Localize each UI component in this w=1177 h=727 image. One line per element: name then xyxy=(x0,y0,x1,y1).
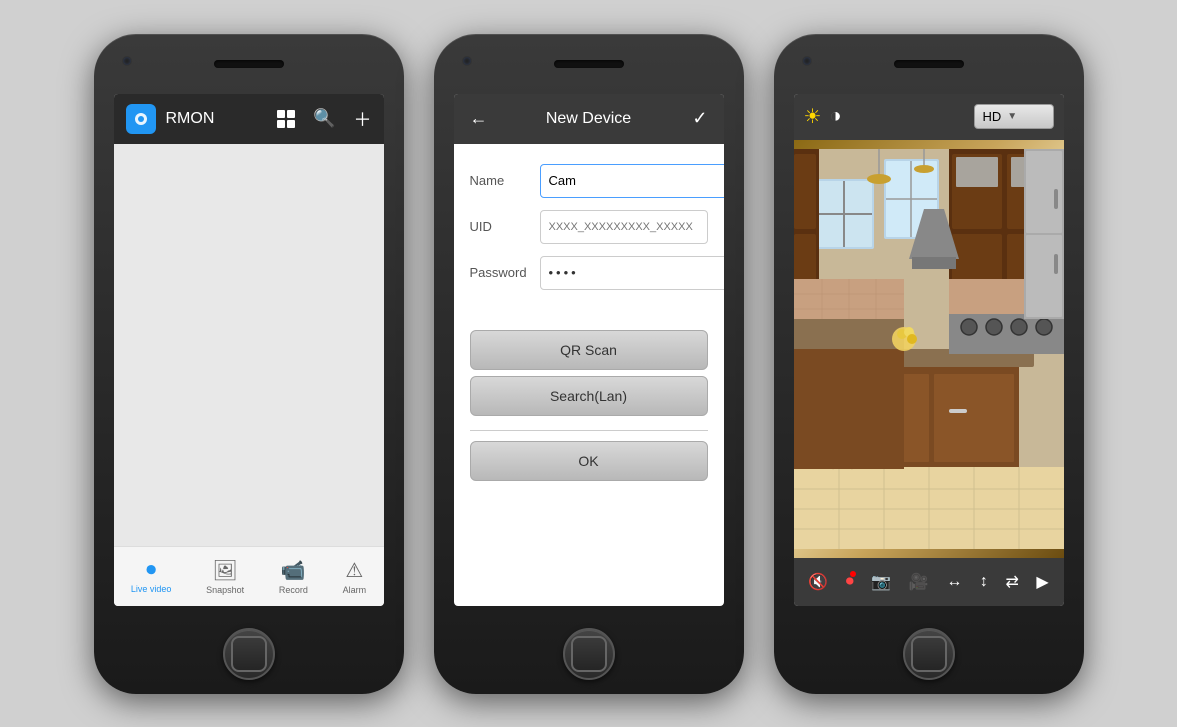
flip-icon[interactable]: ⇄ xyxy=(1005,572,1018,592)
app-header: RMON 🔍 ＋ xyxy=(114,94,384,144)
alarm-icon: ⚠ xyxy=(345,558,363,583)
dropdown-arrow-icon: ▼ xyxy=(1007,111,1017,122)
play-forward-icon[interactable]: ▶ xyxy=(1036,572,1048,592)
front-camera-2 xyxy=(462,56,472,66)
move-vertical-icon[interactable]: ↕ xyxy=(980,573,988,591)
app-logo xyxy=(126,104,156,134)
snapshot-icon: 🖼 xyxy=(212,558,237,583)
live-video-icon: ⏺ xyxy=(146,559,156,582)
phone-1-screen: RMON 🔍 ＋ ⏺ Live video 🖼 Snapshot 📹 xyxy=(114,94,384,606)
qr-scan-button[interactable]: QR Scan xyxy=(470,330,708,370)
home-button-inner-2 xyxy=(571,636,607,672)
camera-footer: 🔇 ⏺ 📷 🎥 ↔ ↕ ⇄ ▶ xyxy=(794,558,1064,606)
phone-2-bottom xyxy=(434,614,744,694)
speaker-3 xyxy=(894,60,964,68)
name-label: Name xyxy=(470,173,540,188)
home-button-2[interactable] xyxy=(563,628,615,680)
back-button[interactable]: ← xyxy=(470,108,488,129)
contrast-icon[interactable]: ◑ xyxy=(829,105,841,128)
search-icon[interactable]: 🔍 xyxy=(313,108,335,129)
add-device-icon[interactable]: ＋ xyxy=(354,106,372,132)
quality-select-wrap[interactable]: HD ▼ xyxy=(974,104,1054,129)
nav-live-video[interactable]: ⏺ Live video xyxy=(131,559,172,594)
confirm-button[interactable]: ✓ xyxy=(692,108,707,129)
new-device-form: Name UID Password xyxy=(454,144,724,322)
main-content-area xyxy=(114,144,384,546)
nav-snapshot[interactable]: 🖼 Snapshot xyxy=(206,558,244,595)
home-button-1[interactable] xyxy=(223,628,275,680)
new-device-title: New Device xyxy=(546,110,631,128)
name-input[interactable] xyxy=(540,164,724,198)
snapshot-cam-icon[interactable]: 📷 xyxy=(871,572,891,592)
nav-snapshot-label: Snapshot xyxy=(206,585,244,595)
nav-alarm[interactable]: ⚠ Alarm xyxy=(343,558,367,595)
ok-button[interactable]: OK xyxy=(470,441,708,481)
rmon-logo-icon xyxy=(133,111,149,127)
nav-alarm-label: Alarm xyxy=(343,585,367,595)
home-button-inner-1 xyxy=(231,636,267,672)
uid-field-row: UID xyxy=(470,210,708,244)
app-title: RMON xyxy=(166,110,260,128)
phone-3-top xyxy=(774,34,1084,94)
new-device-header: ← New Device ✓ xyxy=(454,94,724,144)
front-camera-3 xyxy=(802,56,812,66)
nav-live-label: Live video xyxy=(131,584,172,594)
phone-1-top xyxy=(94,34,404,94)
nav-record-label: Record xyxy=(279,585,308,595)
bottom-nav: ⏺ Live video 🖼 Snapshot 📹 Record ⚠ Alarm xyxy=(114,546,384,606)
phone-2-top xyxy=(434,34,744,94)
phone-2-screen: ← New Device ✓ Name UID Password QR Scan… xyxy=(454,94,724,606)
front-camera-1 xyxy=(122,56,132,66)
uid-input[interactable] xyxy=(540,210,708,244)
phone-3-screen: ☀ ◑ HD ▼ xyxy=(794,94,1064,606)
phone-1-bottom xyxy=(94,614,404,694)
password-input[interactable] xyxy=(540,256,724,290)
name-field-row: Name xyxy=(470,164,708,198)
kitchen-svg xyxy=(794,140,1064,558)
camera-header: ☀ ◑ HD ▼ xyxy=(794,94,1064,140)
new-device-buttons: QR Scan Search(Lan) OK xyxy=(454,322,724,505)
move-horizontal-icon[interactable]: ↔ xyxy=(946,573,962,591)
phone-3: ☀ ◑ HD ▼ xyxy=(774,34,1084,694)
mute-icon[interactable]: 🔇 xyxy=(808,572,828,592)
home-button-inner-3 xyxy=(911,636,947,672)
password-label: Password xyxy=(470,265,540,280)
speaker-1 xyxy=(214,60,284,68)
password-field-row: Password xyxy=(470,256,708,290)
search-lan-button[interactable]: Search(Lan) xyxy=(470,376,708,416)
quality-dropdown[interactable]: HD ▼ xyxy=(974,104,1054,129)
brightness-icon[interactable]: ☀ xyxy=(804,104,822,129)
nav-record[interactable]: 📹 Record xyxy=(279,558,308,595)
record-icon-footer[interactable]: ⏺ xyxy=(846,573,854,591)
camera-view xyxy=(794,140,1064,558)
grid-view-icon[interactable] xyxy=(277,110,295,128)
form-spacer xyxy=(454,505,724,606)
uid-label: UID xyxy=(470,219,540,234)
button-divider xyxy=(470,430,708,431)
phone-3-bottom xyxy=(774,614,1084,694)
record-icon: 📹 xyxy=(281,558,306,583)
phone-2: ← New Device ✓ Name UID Password QR Scan… xyxy=(434,34,744,694)
quality-value: HD xyxy=(983,109,1002,124)
phone-1: RMON 🔍 ＋ ⏺ Live video 🖼 Snapshot 📹 xyxy=(94,34,404,694)
video-icon[interactable]: 🎥 xyxy=(909,572,929,592)
speaker-2 xyxy=(554,60,624,68)
home-button-3[interactable] xyxy=(903,628,955,680)
